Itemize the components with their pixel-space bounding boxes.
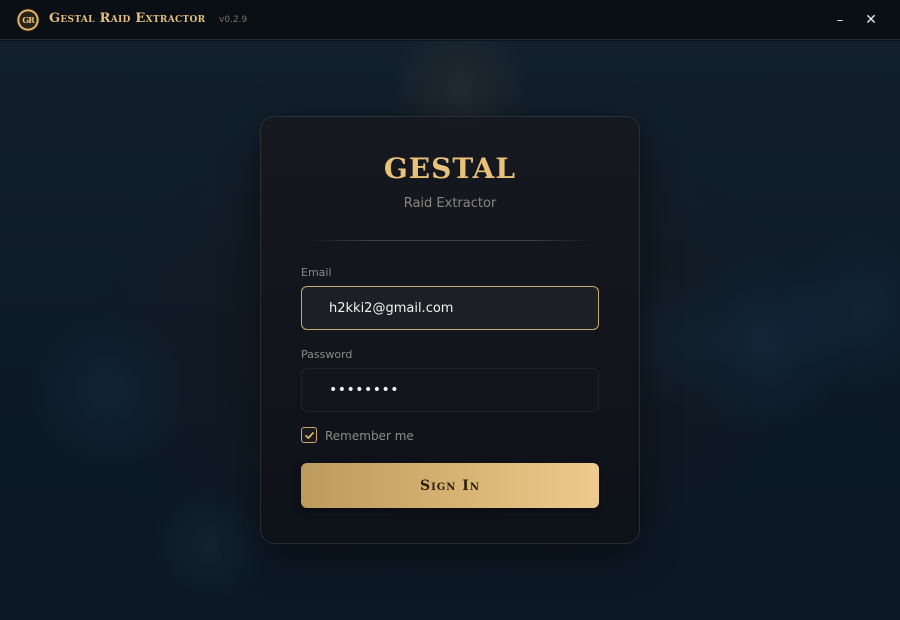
password-field[interactable]: •••••••• xyxy=(301,368,599,412)
title-bar: GR Gestal Raid Extractor v0.2.9 – ✕ xyxy=(0,0,900,40)
sign-in-button[interactable]: Sign In xyxy=(301,463,599,508)
app-logo-icon: GR xyxy=(16,8,40,32)
password-value: •••••••• xyxy=(329,382,400,398)
close-icon: ✕ xyxy=(865,12,877,28)
app-version: v0.2.9 xyxy=(219,15,248,25)
minimize-icon: – xyxy=(836,12,844,28)
password-label: Password xyxy=(301,348,353,361)
remember-me-label[interactable]: Remember me xyxy=(325,429,414,443)
close-button[interactable]: ✕ xyxy=(854,0,888,40)
email-value: h2kki2@gmail.com xyxy=(329,300,454,316)
checkmark-icon xyxy=(304,431,314,439)
minimize-button[interactable]: – xyxy=(823,0,857,40)
remember-me-checkbox[interactable] xyxy=(301,427,317,443)
email-label: Email xyxy=(301,266,332,279)
divider xyxy=(308,240,592,241)
app-title: Gestal Raid Extractor xyxy=(49,11,206,26)
brand-title: GESTAL xyxy=(383,152,517,185)
email-field[interactable]: h2kki2@gmail.com xyxy=(301,286,599,330)
brand-subtitle: Raid Extractor xyxy=(403,196,497,211)
